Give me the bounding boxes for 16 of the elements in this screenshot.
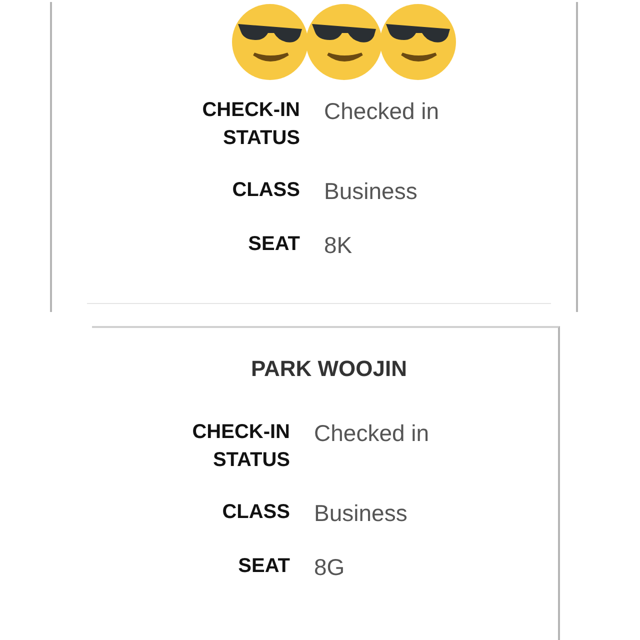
field-value: 8G bbox=[314, 554, 345, 580]
field-label: CLASS bbox=[231, 178, 300, 203]
field-label: SEAT bbox=[237, 554, 290, 579]
sunglasses-emoji-icon bbox=[304, 2, 384, 82]
field-value: Checked in bbox=[314, 420, 430, 446]
field-value: Checked in bbox=[324, 98, 440, 124]
field-label: CHECK-IN STATUS bbox=[191, 420, 290, 473]
sunglasses-emoji-icon bbox=[378, 2, 458, 82]
field-label: SEAT bbox=[247, 232, 300, 257]
sunglasses-emoji-icon bbox=[230, 2, 310, 82]
field-value: 8K bbox=[324, 232, 352, 258]
field-label: CHECK-IN STATUS bbox=[201, 98, 300, 151]
field-label: CLASS bbox=[221, 500, 290, 525]
passenger-name: PARK WOOJIN bbox=[250, 356, 408, 381]
field-value: Business bbox=[314, 500, 408, 526]
field-value: Business bbox=[324, 178, 418, 204]
